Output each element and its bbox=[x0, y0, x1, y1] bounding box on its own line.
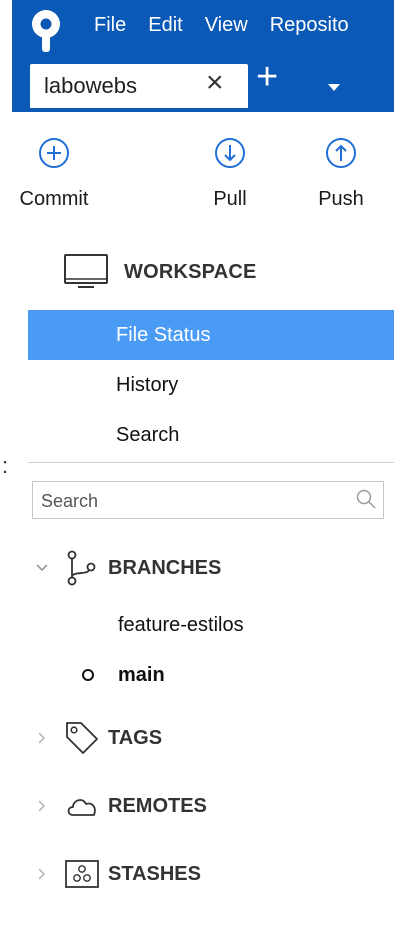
chevron-right-icon[interactable] bbox=[30, 799, 54, 813]
push-button[interactable]: Push bbox=[306, 136, 376, 211]
commit-button[interactable]: Commit bbox=[16, 136, 92, 211]
workspace-item-label: History bbox=[116, 374, 179, 396]
remotes-section-header[interactable]: REMOTES bbox=[30, 784, 207, 828]
chevron-right-icon[interactable] bbox=[30, 731, 54, 745]
section-divider bbox=[28, 462, 394, 463]
search-icon[interactable] bbox=[355, 488, 377, 510]
cloud-icon bbox=[64, 793, 100, 819]
workspace-header: WORKSPACE bbox=[62, 252, 257, 292]
workspace-title: WORKSPACE bbox=[124, 260, 257, 283]
add-tab-icon[interactable]: + bbox=[256, 58, 278, 96]
arrow-down-circle-icon bbox=[215, 138, 245, 168]
stashes-title: STASHES bbox=[108, 862, 201, 885]
menu-edit[interactable]: Edit bbox=[148, 14, 182, 37]
tag-icon bbox=[64, 720, 100, 756]
workspace-item-file-status[interactable]: File Status bbox=[28, 310, 394, 360]
repo-tab-label: labowebs bbox=[44, 73, 137, 98]
push-label: Push bbox=[318, 188, 364, 210]
arrow-up-circle-icon bbox=[326, 138, 356, 168]
workspace-item-search[interactable]: Search bbox=[28, 410, 394, 460]
branch-item-main[interactable]: main bbox=[118, 664, 165, 687]
menu-bar: File Edit View Reposito bbox=[94, 14, 371, 37]
tags-title: TAGS bbox=[108, 726, 163, 749]
branches-section-header[interactable]: BRANCHES bbox=[30, 546, 221, 590]
current-branch-icon bbox=[82, 669, 94, 681]
repo-tab[interactable]: labowebs × bbox=[30, 64, 248, 108]
chevron-right-icon[interactable] bbox=[30, 867, 54, 881]
splitter-handle-icon[interactable]: : bbox=[2, 455, 8, 477]
tags-section-header[interactable]: TAGS bbox=[30, 716, 162, 760]
close-tab-icon[interactable]: × bbox=[206, 68, 224, 98]
stashes-section-header[interactable]: STASHES bbox=[30, 852, 201, 896]
menu-view[interactable]: View bbox=[205, 14, 248, 37]
left-gutter: : bbox=[0, 0, 12, 945]
plus-circle-icon bbox=[39, 138, 69, 168]
menu-file[interactable]: File bbox=[94, 14, 126, 37]
chevron-down-icon[interactable] bbox=[30, 563, 54, 573]
workspace-item-history[interactable]: History bbox=[28, 360, 394, 410]
pull-button[interactable]: Pull bbox=[200, 136, 260, 211]
branch-item-feature-estilos[interactable]: feature-estilos bbox=[118, 614, 244, 637]
workspace-item-label: Search bbox=[116, 424, 180, 446]
tab-dropdown-icon[interactable] bbox=[328, 84, 340, 91]
title-bar: File Edit View Reposito labowebs × + bbox=[12, 0, 394, 112]
search-input[interactable] bbox=[33, 482, 343, 520]
workspace-item-label: File Status bbox=[116, 324, 211, 346]
toolbar: Commit Pull Push bbox=[12, 112, 394, 224]
commit-label: Commit bbox=[19, 188, 89, 210]
stash-box-icon bbox=[64, 859, 100, 889]
sidebar-search bbox=[32, 481, 384, 520]
sourcetree-logo-icon[interactable] bbox=[26, 8, 66, 54]
remotes-title: REMOTES bbox=[108, 794, 207, 817]
branches-title: BRANCHES bbox=[108, 556, 222, 579]
menu-repository[interactable]: Reposito bbox=[270, 14, 349, 37]
pull-label: Pull bbox=[213, 188, 247, 210]
monitor-icon bbox=[64, 254, 108, 288]
branch-icon bbox=[64, 549, 100, 587]
